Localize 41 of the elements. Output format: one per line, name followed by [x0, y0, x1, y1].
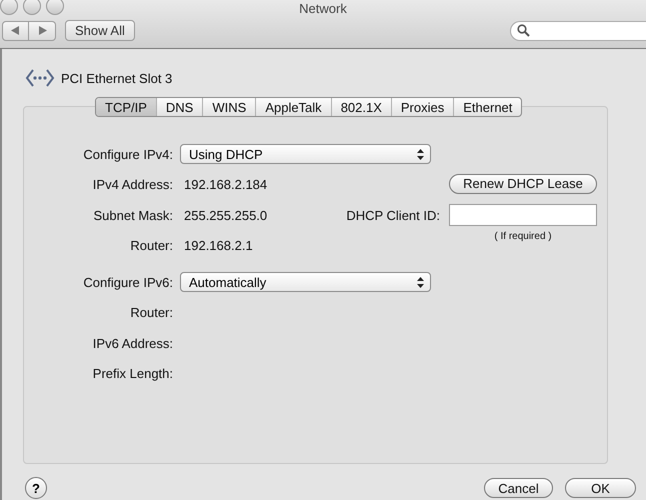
field-label: Router: [129, 305, 173, 320]
window-title: Network [299, 0, 347, 16]
cancel-button[interactable]: Cancel [484, 478, 553, 498]
minimize-button[interactable] [23, 0, 41, 15]
tab[interactable]: Proxies [390, 98, 454, 116]
configure-ipv6-dropdown[interactable]: Automatically [180, 272, 431, 292]
service-name: PCI Ethernet Slot 3 [61, 70, 172, 86]
field-value: 192.168.2.1 [184, 238, 253, 254]
tab[interactable]: AppleTalk [255, 98, 331, 116]
stepper-arrows-icon [417, 148, 424, 160]
forward-button[interactable] [29, 20, 56, 40]
search-field[interactable] [510, 20, 646, 40]
field-label: Configure IPv4: [82, 146, 173, 162]
field-hint: ( If required ) [493, 231, 553, 242]
tab[interactable]: TCP/IP [96, 98, 156, 116]
field-label: DHCP Client ID: [346, 208, 440, 223]
tab[interactable]: DNS [156, 98, 202, 116]
network-arrows-icon [25, 67, 55, 89]
tab[interactable]: 802.1X [330, 98, 391, 116]
field-label: Subnet Mask: [92, 208, 173, 223]
field-value: 255.255.255.0 [184, 208, 268, 223]
close-button[interactable] [0, 0, 18, 15]
back-button[interactable] [2, 20, 29, 40]
field-label: Configure IPv6: [82, 274, 173, 290]
left-triangle-icon [11, 26, 20, 35]
field-label: Prefix Length: [92, 366, 173, 382]
field-label: Router: [129, 238, 173, 254]
right-triangle-icon [38, 26, 46, 35]
stepper-arrows-icon [417, 276, 424, 288]
field-value: 192.168.2.184 [184, 177, 268, 192]
field-label: IPv6 Address: [92, 336, 173, 351]
renew-dhcp-lease-button[interactable]: Renew DHCP Lease [449, 174, 597, 194]
show-all-button[interactable]: Show All [65, 20, 135, 41]
configure-ipv4-dropdown[interactable]: Using DHCP [180, 144, 431, 164]
field-label: IPv4 Address: [92, 177, 173, 192]
ok-button[interactable]: OK [565, 478, 636, 498]
zoom-button[interactable] [46, 0, 64, 15]
search-icon [517, 24, 530, 37]
client-id-field[interactable] [449, 204, 597, 226]
tab[interactable]: WINS [202, 98, 256, 116]
help-button[interactable]: ? [25, 477, 47, 499]
